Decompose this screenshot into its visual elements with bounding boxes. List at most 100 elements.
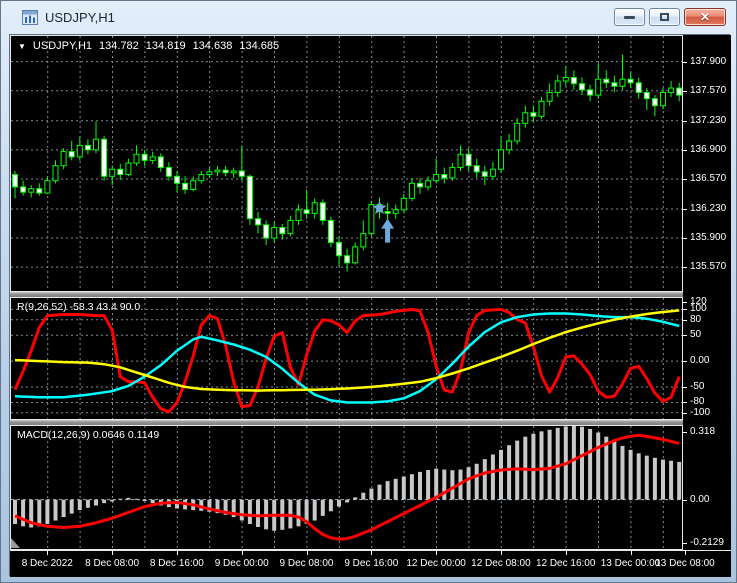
oscillator-label: R(9,26,52) -58.3 43.4 90.0 <box>17 301 141 313</box>
macd-histogram-bar <box>539 431 544 500</box>
macd-histogram-bar <box>13 499 17 525</box>
oscillator-axis-label: 50 <box>690 329 702 340</box>
price-axis-label-tick <box>683 179 687 180</box>
macd-histogram-bar <box>612 441 617 500</box>
price-axis-label-tick <box>683 91 687 92</box>
price-axis-label-tick <box>683 209 687 210</box>
macd-histogram-bar <box>661 459 665 500</box>
bull-candle <box>52 165 59 182</box>
close-icon: ✕ <box>699 10 711 24</box>
macd-label: MACD(12,26,9) 0.0646 0.1149 <box>17 429 160 441</box>
ohlc-low: 134.638 <box>192 40 233 52</box>
macd-histogram-bar <box>126 497 131 500</box>
bear-candle <box>12 174 18 188</box>
bear-candle <box>222 169 229 174</box>
minimize-icon <box>624 15 635 19</box>
bear-candle <box>570 76 577 85</box>
macd-histogram-bar <box>474 463 479 500</box>
bull-candle <box>93 138 99 151</box>
macd-histogram-bar <box>61 499 66 518</box>
price-axis-label-tick <box>683 62 687 63</box>
minimize-button[interactable] <box>614 8 645 26</box>
chart-client-area[interactable]: ▼ USDJPY,H1 134.782 134.819 134.638 134.… <box>9 34 731 577</box>
restore-button[interactable] <box>649 8 680 26</box>
time-axis[interactable]: 8 Dec 2022 8 Dec 08:00 8 Dec 16:00 9 Dec 00… <box>10 550 731 577</box>
bull-candle <box>198 174 205 182</box>
bull-candle <box>546 91 553 102</box>
bull-candle <box>538 100 545 117</box>
bear-candle <box>587 89 594 96</box>
bear-candle <box>603 78 610 84</box>
ohlc-open: 134.782 <box>99 40 139 52</box>
time-axis-label: 8 Dec 08:00 <box>85 558 140 569</box>
macd-axis-label-tick <box>683 543 687 544</box>
price-axis-label: 136.900 <box>690 144 727 155</box>
macd-histogram-bar <box>256 499 260 528</box>
bear-candle <box>627 78 634 84</box>
bear-candle <box>441 174 448 179</box>
bear-candle <box>279 226 286 235</box>
macd-panel[interactable]: MACD(12,26,9) 0.0646 0.1149 <box>10 425 683 550</box>
macd-histogram-bar <box>555 427 560 500</box>
time-axis-tick <box>306 551 308 555</box>
macd-histogram-bar <box>247 499 252 525</box>
macd-axis-label-tick <box>683 500 687 501</box>
macd-histogram-bar <box>361 492 366 500</box>
chart-app-icon <box>22 10 38 25</box>
price-axis-label: 137.570 <box>690 85 727 96</box>
macd-histogram-bar <box>507 445 512 500</box>
oscillator-axis-label: 80 <box>690 314 702 325</box>
close-button[interactable]: ✕ <box>684 8 726 26</box>
macd-histogram-bar <box>77 499 82 511</box>
macd-histogram-bar <box>239 499 244 521</box>
bull-candle <box>449 166 456 179</box>
bear-candle <box>579 83 585 91</box>
time-axis-label: 8 Dec 2022 <box>21 558 73 569</box>
macd-histogram-bar <box>499 449 503 500</box>
macd-histogram-bar <box>426 470 431 500</box>
bull-candle <box>506 140 513 151</box>
oscillator-axis-label-tick <box>683 320 687 321</box>
bear-candle <box>84 144 91 151</box>
oscillator-panel[interactable]: R(9,26,52) -58.3 43.4 90.0 <box>10 297 683 420</box>
bear-candle <box>676 87 682 96</box>
bull-candle <box>214 169 221 173</box>
bear-candle <box>611 82 618 87</box>
macd-histogram-bar <box>345 499 350 503</box>
bear-candle <box>174 175 180 184</box>
bear-candle <box>417 182 423 188</box>
oscillator-axis-label-tick <box>683 387 687 388</box>
bear-candle <box>263 224 270 239</box>
oscillator-axis-label-tick <box>683 361 687 362</box>
time-axis-tick <box>565 551 567 555</box>
bear-candle <box>36 188 43 194</box>
bear-candle <box>101 138 108 177</box>
bear-candle <box>473 165 480 173</box>
arrow-up-annotation-icon[interactable] <box>381 218 395 243</box>
bear-candle <box>238 170 245 177</box>
macd-histogram-bar <box>328 499 333 512</box>
bull-candle <box>514 122 521 142</box>
chevron-down-icon[interactable]: ▼ <box>18 42 26 51</box>
main-chart-panel[interactable]: ▼ USDJPY,H1 134.782 134.819 134.638 134.… <box>10 35 683 292</box>
macd-histogram-bar <box>547 429 552 500</box>
title-bar[interactable]: USDJPY,H1 ✕ <box>1 1 736 34</box>
price-axis-label-tick <box>683 121 687 122</box>
price-axis[interactable]: 137.900 137.570 137.230 136.900 136.570 136.2… <box>683 35 731 550</box>
time-axis-label: 12 Dec 16:00 <box>535 558 596 569</box>
time-axis-label: 9 Dec 00:00 <box>214 558 269 569</box>
bull-candle <box>271 226 278 239</box>
macd-histogram-bar <box>644 455 649 500</box>
macd-histogram-bar <box>21 499 26 527</box>
time-axis-tick <box>500 551 502 555</box>
bull-candle <box>44 180 51 194</box>
macd-histogram-bar <box>571 426 576 500</box>
bear-candle <box>651 98 658 107</box>
time-axis-tick <box>241 551 243 555</box>
time-axis-label: 8 Dec 16:00 <box>149 558 204 569</box>
oscillator-axis-label-tick <box>683 302 687 303</box>
macd-histogram-bar <box>45 499 50 525</box>
macd-histogram-bar <box>669 460 674 500</box>
time-axis-label: 13 Dec 08:00 <box>655 558 715 569</box>
bull-candle <box>660 91 666 107</box>
